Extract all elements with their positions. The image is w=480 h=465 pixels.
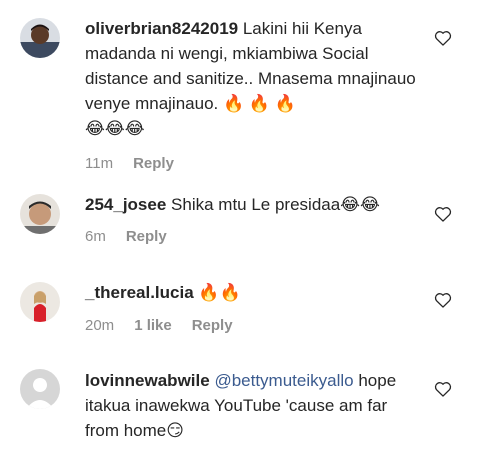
avatar[interactable] <box>20 194 60 234</box>
comment-time: 20m <box>85 317 115 334</box>
comment-emoji-line: 😂😂😂 <box>85 119 145 138</box>
comment-username[interactable]: lovinnewabwile <box>85 371 210 390</box>
reply-button[interactable]: Reply <box>126 228 167 245</box>
heart-outline-icon[interactable] <box>433 290 453 310</box>
comment-body: 254_josee Shika mtu Le presidaa😂😂 6m Rep… <box>85 192 420 245</box>
heart-outline-icon[interactable] <box>433 204 453 224</box>
comment-content: 🔥🔥 <box>198 283 241 302</box>
comment-text: _thereal.lucia 🔥🔥 <box>85 280 420 305</box>
comment-body: oliverbrian8242019 Lakini hii Kenya mada… <box>85 16 420 172</box>
comment-username[interactable]: 254_josee <box>85 195 166 214</box>
comment-text: 254_josee Shika mtu Le presidaa😂😂 <box>85 192 420 217</box>
comment-body: lovinnewabwile @bettymuteikyallo hope it… <box>85 368 420 443</box>
comment-meta: 20m 1 like Reply <box>85 317 420 334</box>
avatar[interactable] <box>20 18 60 58</box>
heart-outline-icon[interactable] <box>433 379 453 399</box>
comment-meta: 6m Reply <box>85 228 420 245</box>
comment-mention[interactable]: @bettymuteikyallo <box>214 371 353 390</box>
comment-text: lovinnewabwile @bettymuteikyallo hope it… <box>85 368 420 443</box>
comment-time: 6m <box>85 228 106 245</box>
like-count[interactable]: 1 like <box>134 317 172 334</box>
comment-text: oliverbrian8242019 Lakini hii Kenya mada… <box>85 16 420 141</box>
comment-meta: 11m Reply <box>85 155 420 172</box>
avatar[interactable] <box>20 282 60 322</box>
comment-body: _thereal.lucia 🔥🔥 20m 1 like Reply <box>85 280 420 334</box>
reply-button[interactable]: Reply <box>133 155 174 172</box>
comment-content: Shika mtu Le presidaa😂😂 <box>171 195 380 214</box>
avatar[interactable] <box>20 369 60 409</box>
comment-time: 11m <box>85 155 114 172</box>
comment-username[interactable]: _thereal.lucia <box>85 283 194 302</box>
heart-outline-icon[interactable] <box>433 28 453 48</box>
comment-username[interactable]: oliverbrian8242019 <box>85 19 238 38</box>
reply-button[interactable]: Reply <box>192 317 233 334</box>
